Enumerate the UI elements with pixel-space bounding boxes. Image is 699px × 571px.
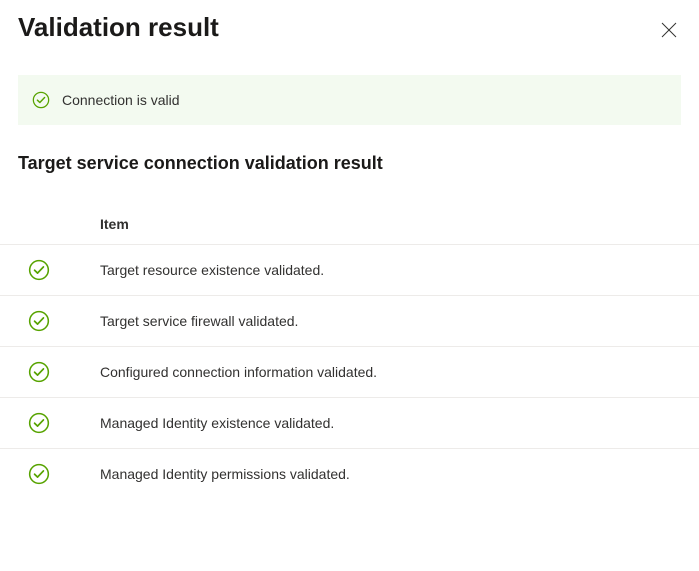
row-item-text: Target service firewall validated. — [100, 313, 298, 329]
status-banner-text: Connection is valid — [62, 92, 180, 108]
success-icon — [28, 361, 50, 383]
row-status-cell — [18, 310, 100, 332]
row-status-cell — [18, 412, 100, 434]
table-row: Managed Identity permissions validated. — [0, 448, 699, 499]
status-banner: Connection is valid — [18, 75, 681, 125]
row-status-cell — [18, 463, 100, 485]
page-title: Validation result — [18, 12, 219, 43]
validation-table: Item Target resource existence validated… — [0, 204, 699, 499]
row-item-text: Configured connection information valida… — [100, 364, 377, 380]
close-icon — [661, 22, 677, 38]
column-item: Item — [100, 216, 129, 232]
success-icon — [28, 259, 50, 281]
column-status — [18, 216, 100, 232]
success-icon — [28, 463, 50, 485]
table-row: Configured connection information valida… — [0, 346, 699, 397]
section-title: Target service connection validation res… — [0, 149, 699, 204]
table-row: Target resource existence validated. — [0, 244, 699, 295]
success-icon — [32, 91, 50, 109]
row-item-text: Managed Identity permissions validated. — [100, 466, 350, 482]
row-item-text: Managed Identity existence validated. — [100, 415, 334, 431]
table-row: Managed Identity existence validated. — [0, 397, 699, 448]
close-button[interactable] — [657, 18, 681, 42]
success-icon — [28, 310, 50, 332]
row-item-text: Target resource existence validated. — [100, 262, 324, 278]
table-header: Item — [0, 204, 699, 244]
row-status-cell — [18, 361, 100, 383]
panel-header: Validation result — [0, 0, 699, 63]
success-icon — [28, 412, 50, 434]
row-status-cell — [18, 259, 100, 281]
table-row: Target service firewall validated. — [0, 295, 699, 346]
